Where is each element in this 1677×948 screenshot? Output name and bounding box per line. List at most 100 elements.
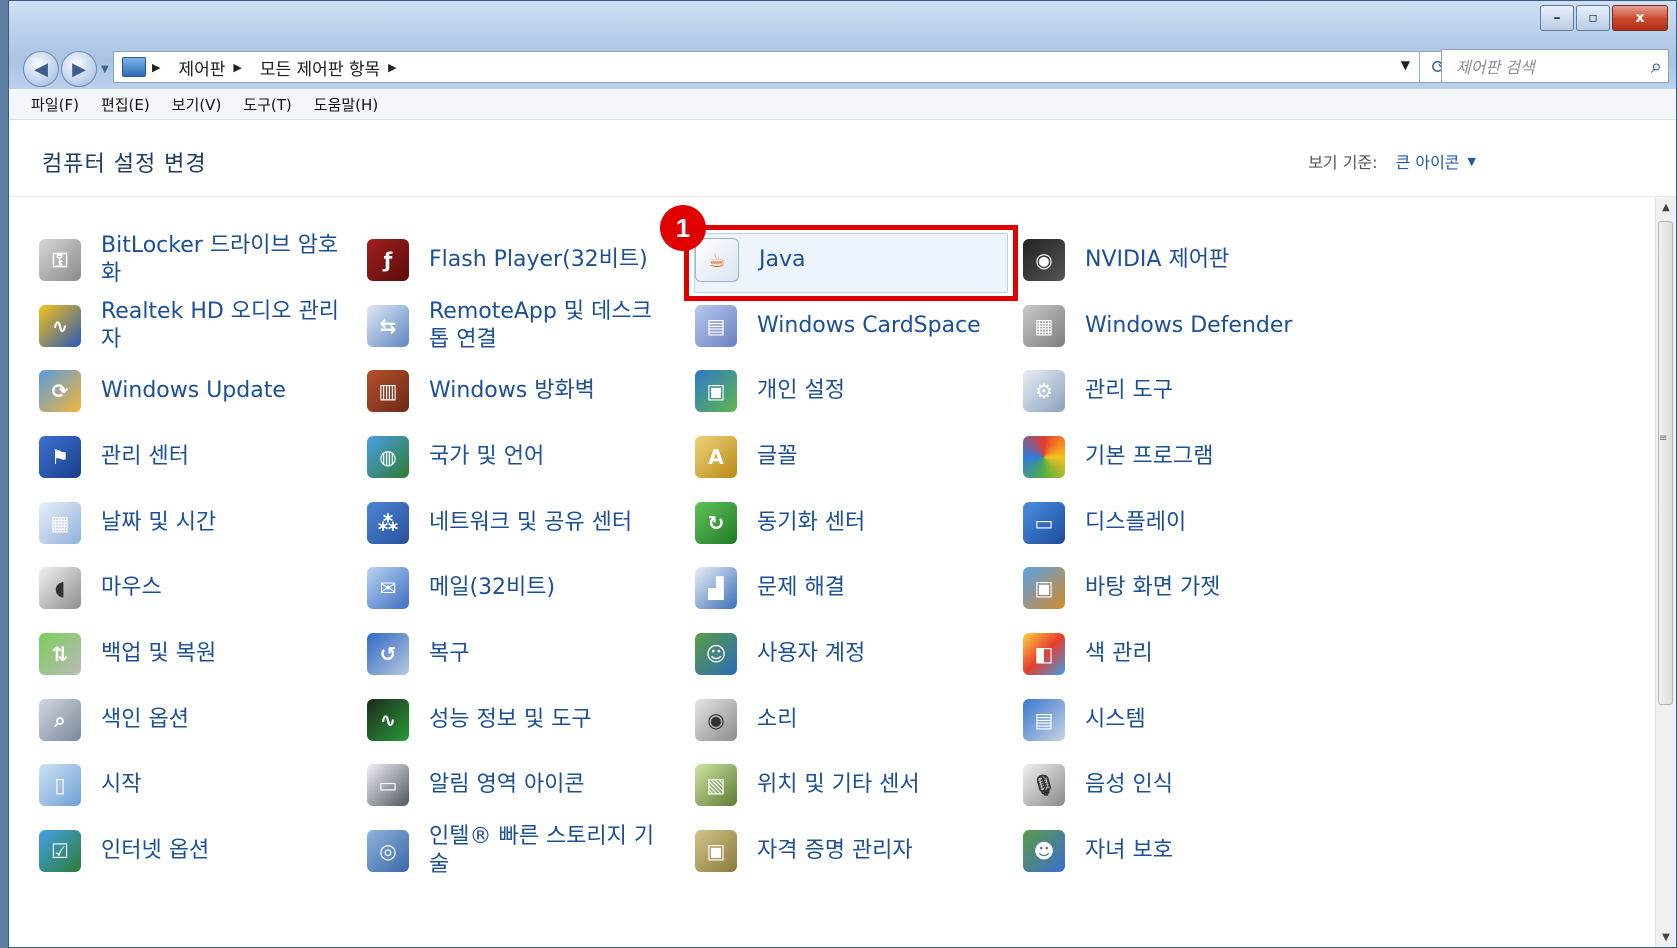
item-label: 마우스 — [101, 575, 162, 601]
control-panel-item[interactable]: ▣ 개인 설정 — [695, 358, 1023, 424]
items-panel: ⚿ BitLocker 드라이브 암호화 ƒ Flash Player(32비트) ☕ J… — [9, 197, 1656, 947]
control-panel-item[interactable]: 🎙 음성 인식 — [1023, 753, 1351, 819]
item-label: Flash Player(32비트) — [429, 246, 648, 272]
item-label: 디스플레이 — [1085, 509, 1187, 535]
item-label: Windows Defender — [1085, 312, 1293, 338]
control-panel-item[interactable]: ⇅ 백업 및 복원 — [39, 621, 367, 687]
control-panel-item[interactable]: ◖ 마우스 — [39, 555, 367, 621]
item-label: Windows CardSpace — [757, 312, 981, 338]
breadcrumb-root-arrow[interactable]: ▶ — [152, 61, 170, 74]
control-panel-item[interactable]: ⌕ 색인 옵션 — [39, 687, 367, 753]
control-panel-item[interactable]: 기본 프로그램 — [1023, 424, 1351, 490]
item-label: 관리 센터 — [101, 443, 189, 469]
menu-view[interactable]: 보기(V) — [172, 94, 222, 115]
control-panel-item[interactable]: ▯ 시작 — [39, 753, 367, 819]
control-panel-item[interactable]: ▭ 알림 영역 아이콘 — [367, 753, 695, 819]
address-dropdown-icon[interactable]: ▼ — [1401, 58, 1410, 72]
view-by: 보기 기준: 큰 아이콘 ▼ — [1308, 149, 1476, 173]
control-panel-item[interactable]: ☻ 자녀 보호 — [1023, 818, 1351, 884]
audio-icon: ∿ — [39, 304, 81, 347]
scroll-thumb[interactable] — [1658, 221, 1673, 705]
search-icon[interactable]: ⌕ — [1651, 54, 1662, 78]
flash-icon: ƒ — [367, 238, 409, 281]
control-panel-item[interactable]: ▣ 자격 증명 관리자 — [695, 818, 1023, 884]
control-panel-item[interactable]: ƒ Flash Player(32비트) — [367, 227, 695, 293]
item-label: 날짜 및 시간 — [101, 509, 217, 535]
item-label: 관리 도구 — [1085, 378, 1173, 404]
scroll-up-arrow-icon[interactable]: ▲ — [1656, 197, 1676, 217]
control-panel-item[interactable]: ◍ 국가 및 언어 — [367, 424, 695, 490]
view-by-dropdown[interactable]: 큰 아이콘 — [1396, 149, 1460, 173]
control-panel-item[interactable]: ◉ NVIDIA 제어판 — [1023, 227, 1351, 293]
control-panel-item[interactable]: ◧ 색 관리 — [1023, 621, 1351, 687]
title-bar: – ▫ x ◀ ▶ ▼ ▶ 제어판 ▶ 모든 제어판 항목 ▶ ▼ ⟳ 제어판 … — [9, 1, 1676, 99]
item-label: 복구 — [429, 640, 470, 666]
control-panel-item[interactable]: ▦ Windows Defender — [1023, 293, 1351, 359]
back-arrow-icon: ◀ — [34, 58, 48, 80]
navigation-buttons: ◀ ▶ ▼ — [23, 51, 109, 87]
content-header: 컴퓨터 설정 변경 보기 기준: 큰 아이콘 ▼ — [9, 120, 1676, 197]
control-panel-item[interactable]: ⟳ Windows Update — [39, 358, 367, 424]
menu-help[interactable]: 도움말(H) — [314, 94, 378, 115]
control-panel-item[interactable]: ☺ 사용자 계정 — [695, 621, 1023, 687]
back-button[interactable]: ◀ — [23, 51, 59, 87]
font-icon: A — [695, 435, 737, 478]
control-panel-item[interactable]: ▧ 위치 및 기타 센서 — [695, 753, 1023, 819]
control-panel-item[interactable]: ▤ Windows CardSpace — [695, 293, 1023, 359]
maximize-button[interactable]: ▫ — [1576, 5, 1610, 31]
forward-button[interactable]: ▶ — [61, 51, 97, 87]
control-panel-item[interactable]: ◎ 인텔® 빠른 스토리지 기술 — [367, 818, 695, 884]
control-panel-item[interactable]: ↺ 복구 — [367, 621, 695, 687]
control-panel-item[interactable]: ▭ 디스플레이 — [1023, 490, 1351, 556]
item-label: 기본 프로그램 — [1085, 443, 1214, 469]
control-panel-item[interactable]: ⚙ 관리 도구 — [1023, 358, 1351, 424]
control-panel-item[interactable]: ∿ 성능 정보 및 도구 — [367, 687, 695, 753]
address-bar[interactable]: ▶ 제어판 ▶ 모든 제어판 항목 ▶ ▼ ⟳ — [113, 51, 1459, 83]
control-panel-item[interactable]: ↻ 동기화 센터 — [695, 490, 1023, 556]
users-icon: ☺ — [695, 632, 737, 675]
color-icon: ◧ — [1023, 632, 1065, 675]
breadcrumb-label: 모든 제어판 항목 — [259, 59, 381, 80]
remote-icon: ⇆ — [367, 304, 409, 347]
control-panel-item[interactable]: ☑ 인터넷 옵션 — [39, 818, 367, 884]
view-by-label: 보기 기준: — [1308, 153, 1378, 172]
item-label: 인텔® 빠른 스토리지 기술 — [429, 824, 655, 878]
control-panel-item[interactable]: ◉ 소리 — [695, 687, 1023, 753]
breadcrumb-separator[interactable]: ▶ — [388, 61, 406, 74]
control-panel-item[interactable]: ⚑ 관리 센터 — [39, 424, 367, 490]
parental-icon: ☻ — [1023, 830, 1065, 873]
vertical-scrollbar[interactable]: ▲ ≡ ▼ — [1655, 197, 1676, 947]
item-label: Windows Update — [101, 378, 286, 404]
nvidia-icon: ◉ — [1023, 238, 1065, 281]
breadcrumb-control-panel[interactable]: 제어판 — [178, 55, 225, 80]
display-icon: ▭ — [1023, 501, 1065, 544]
breadcrumb-all-items[interactable]: 모든 제어판 항목 — [260, 55, 380, 80]
menu-file[interactable]: 파일(F) — [31, 94, 79, 115]
scroll-down-arrow-icon[interactable]: ▼ — [1656, 927, 1676, 947]
chevron-down-icon[interactable]: ▼ — [1468, 155, 1476, 168]
control-panel-item[interactable]: ▣ 바탕 화면 가젯 — [1023, 555, 1351, 621]
control-panel-item[interactable]: ⇆ RemoteApp 및 데스크톱 연결 — [367, 293, 695, 359]
item-label: 색 관리 — [1085, 640, 1153, 666]
menu-tools[interactable]: 도구(T) — [243, 94, 291, 115]
control-panel-item[interactable]: ✉ 메일(32비트) — [367, 555, 695, 621]
breadcrumb-separator[interactable]: ▶ — [233, 61, 251, 74]
control-panel-item[interactable]: ▤ 시스템 — [1023, 687, 1351, 753]
close-button[interactable]: x — [1612, 5, 1668, 31]
sync-icon: ↻ — [695, 501, 737, 544]
control-panel-item[interactable]: ▦ 날짜 및 시간 — [39, 490, 367, 556]
search-input[interactable]: 제어판 검색 ⌕ — [1441, 49, 1669, 83]
control-panel-item[interactable]: ⚿ BitLocker 드라이브 암호화 — [39, 227, 367, 293]
item-label: 메일(32비트) — [429, 575, 556, 601]
minimize-button[interactable]: – — [1540, 5, 1574, 31]
control-panel-item[interactable]: A 글꼴 — [695, 424, 1023, 490]
control-panel-item[interactable]: ▟ 문제 해결 — [695, 555, 1023, 621]
menu-edit[interactable]: 편집(E) — [101, 94, 150, 115]
control-panel-item[interactable]: ⁂ 네트워크 및 공유 센터 — [367, 490, 695, 556]
backup-icon: ⇅ — [39, 632, 81, 675]
control-panel-item[interactable]: ∿ Realtek HD 오디오 관리자 — [39, 293, 367, 359]
control-panel-item[interactable]: ▥ Windows 방화벽 — [367, 358, 695, 424]
annotation-highlight-box — [684, 225, 1018, 301]
performance-icon: ∿ — [367, 698, 409, 741]
recent-pages-dropdown-icon[interactable]: ▼ — [101, 64, 109, 75]
